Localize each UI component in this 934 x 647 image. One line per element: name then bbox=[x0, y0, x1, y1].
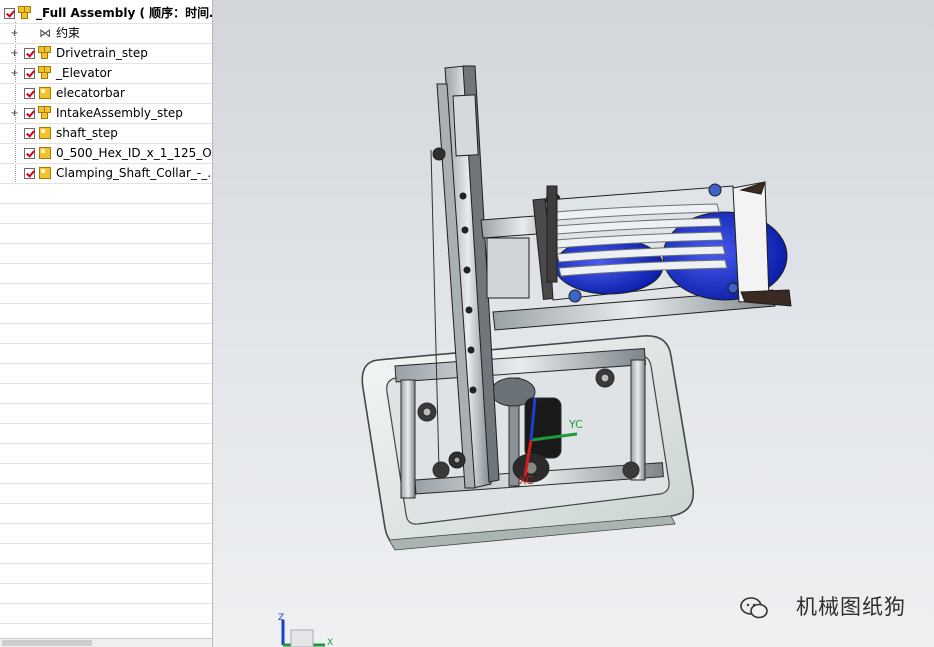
empty-tree-row bbox=[0, 464, 212, 484]
part-icon bbox=[39, 147, 51, 159]
tree-node[interactable]: + Drivetrain_step bbox=[0, 44, 212, 64]
empty-tree-row bbox=[0, 584, 212, 604]
visibility-checkbox[interactable] bbox=[24, 48, 35, 59]
tree-node[interactable]: + IntakeAssembly_step bbox=[0, 104, 212, 124]
empty-tree-row bbox=[0, 244, 212, 264]
tree-node[interactable]: Clamping_Shaft_Collar_-_… bbox=[0, 164, 212, 184]
empty-tree-row bbox=[0, 364, 212, 384]
scrollbar-thumb[interactable] bbox=[2, 640, 92, 646]
visibility-checkbox[interactable] bbox=[4, 8, 15, 19]
tree-node-label: Clamping_Shaft_Collar_-_… bbox=[56, 166, 213, 180]
empty-tree-row bbox=[0, 524, 212, 544]
empty-tree-row bbox=[0, 444, 212, 464]
expand-toggle-icon[interactable]: + bbox=[10, 109, 19, 119]
model-render[interactable]: XC YC Z X bbox=[213, 0, 934, 647]
constraints-icon: ⋈ bbox=[39, 26, 51, 40]
tree-node-label: _Full Assembly ( 顺序：时间… bbox=[36, 6, 213, 20]
tree-node-label: 约束 bbox=[56, 26, 81, 40]
visibility-checkbox[interactable] bbox=[24, 168, 35, 179]
assembly-icon bbox=[38, 106, 52, 120]
visibility-checkbox[interactable] bbox=[24, 88, 35, 99]
tree-node[interactable]: 0_500_Hex_ID_x_1_125_O… bbox=[0, 144, 212, 164]
tree-node[interactable]: _Full Assembly ( 顺序：时间… bbox=[0, 4, 212, 24]
part-icon bbox=[39, 127, 51, 139]
triad-z-label: Z bbox=[278, 613, 284, 623]
absolute-triad bbox=[281, 620, 325, 647]
empty-tree-row bbox=[0, 264, 212, 284]
empty-tree-row bbox=[0, 564, 212, 584]
assembly-icon bbox=[18, 6, 32, 20]
visibility-checkbox[interactable] bbox=[24, 128, 35, 139]
expand-toggle-icon[interactable]: + bbox=[10, 29, 19, 39]
tree-node[interactable]: + ⋈ 约束 bbox=[0, 24, 212, 44]
tree-node-label: 0_500_Hex_ID_x_1_125_O… bbox=[56, 146, 213, 160]
part-icon bbox=[39, 167, 51, 179]
tree-node-label: shaft_step bbox=[56, 126, 118, 140]
tree-node-label: elecatorbar bbox=[56, 86, 125, 100]
part-icon bbox=[39, 87, 51, 99]
empty-tree-row bbox=[0, 204, 212, 224]
graphics-viewport[interactable]: XC YC Z X 机械图纸狗 bbox=[213, 0, 934, 647]
wcs-y-label: YC bbox=[568, 418, 583, 431]
empty-tree-row bbox=[0, 224, 212, 244]
empty-tree-row bbox=[0, 324, 212, 344]
part-navigator: _Full Assembly ( 顺序：时间… + ⋈ 约束 + Drivetrain_s… bbox=[0, 0, 213, 647]
intake-assembly bbox=[546, 181, 792, 307]
visibility-checkbox[interactable] bbox=[24, 68, 35, 79]
empty-tree-row bbox=[0, 384, 212, 404]
tree-node[interactable]: + _Elevator bbox=[0, 64, 212, 84]
empty-tree-row bbox=[0, 424, 212, 444]
tree-node[interactable]: shaft_step bbox=[0, 124, 212, 144]
empty-tree-row bbox=[0, 484, 212, 504]
empty-tree-row bbox=[0, 344, 212, 364]
empty-tree-row bbox=[0, 604, 212, 624]
tree-node-label: IntakeAssembly_step bbox=[56, 106, 183, 120]
empty-tree-row bbox=[0, 504, 212, 524]
empty-tree-row bbox=[0, 404, 212, 424]
visibility-checkbox[interactable] bbox=[24, 108, 35, 119]
empty-tree-row bbox=[0, 304, 212, 324]
empty-tree-row bbox=[0, 544, 212, 564]
assembly-icon bbox=[38, 46, 52, 60]
horizontal-scrollbar[interactable] bbox=[0, 638, 212, 647]
watermark-text: 机械图纸狗 bbox=[796, 595, 906, 619]
tree-node-label: _Elevator bbox=[56, 66, 112, 80]
assembly-icon bbox=[38, 66, 52, 80]
wcs-x-label: XC bbox=[519, 474, 534, 487]
visibility-checkbox[interactable] bbox=[24, 148, 35, 159]
expand-toggle-icon[interactable]: + bbox=[10, 69, 19, 79]
tree-node-label: Drivetrain_step bbox=[56, 46, 148, 60]
empty-tree-row bbox=[0, 284, 212, 304]
expand-toggle-icon[interactable]: + bbox=[10, 49, 19, 59]
wechat-icon bbox=[740, 597, 768, 619]
tree-node[interactable]: elecatorbar bbox=[0, 84, 212, 104]
empty-tree-row bbox=[0, 184, 212, 204]
triad-x-label: X bbox=[327, 638, 333, 647]
